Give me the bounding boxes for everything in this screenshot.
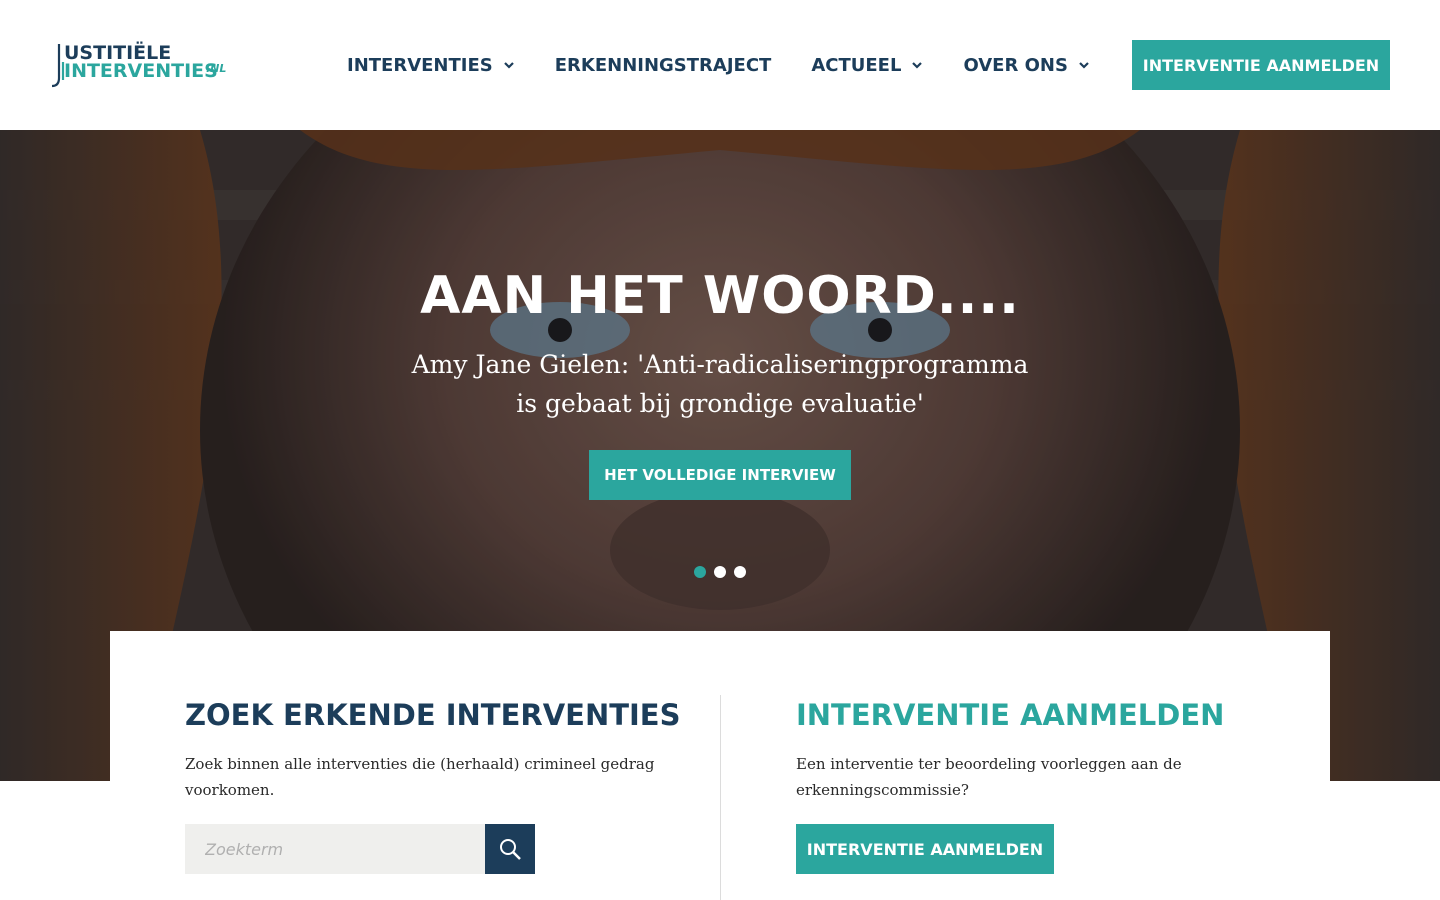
nav-item-label: ACTUEEL bbox=[811, 54, 902, 76]
search-section: ZOEK ERKENDE INTERVENTIES Zoek binnen al… bbox=[185, 695, 681, 874]
header-register-button[interactable]: INTERVENTIE AANMELDEN bbox=[1132, 40, 1390, 90]
search-section-title: ZOEK ERKENDE INTERVENTIES bbox=[185, 698, 681, 732]
search-icon bbox=[500, 839, 521, 860]
logo-line-2: INTERVENTIES bbox=[64, 60, 218, 82]
logo-suffix: .NL bbox=[206, 62, 227, 75]
chevron-down-icon bbox=[912, 62, 923, 69]
search-input[interactable] bbox=[185, 824, 485, 874]
register-intervention-button[interactable]: INTERVENTIE AANMELDEN bbox=[796, 824, 1054, 874]
hero-subtitle: Amy Jane Gielen: 'Anti-radicaliseringpro… bbox=[411, 350, 1029, 418]
nav-item-interventies[interactable]: INTERVENTIES bbox=[347, 55, 515, 76]
search-button[interactable] bbox=[485, 824, 535, 874]
chevron-down-icon bbox=[1079, 62, 1089, 69]
nav-item-label: INTERVENTIES bbox=[347, 54, 493, 76]
site-header: USTITIËLE INTERVENTIES .NL INTERVENTIES … bbox=[0, 0, 1440, 130]
nav-item-erkenningstraject[interactable]: ERKENNINGSTRAJECT bbox=[555, 55, 772, 76]
site-logo[interactable]: USTITIËLE INTERVENTIES .NL bbox=[50, 42, 230, 90]
slider-dot-3[interactable] bbox=[734, 566, 746, 578]
search-section-text: Zoek binnen alle interventies die (herha… bbox=[185, 755, 655, 799]
nav-item-actueel[interactable]: ACTUEEL bbox=[811, 55, 923, 76]
slider-dot-1[interactable] bbox=[694, 566, 706, 578]
register-section: INTERVENTIE AANMELDEN Een interventie te… bbox=[796, 695, 1266, 874]
hero-title: AAN HET WOORD.... bbox=[420, 266, 1020, 326]
search-form bbox=[185, 824, 535, 874]
slider-dot-2[interactable] bbox=[714, 566, 726, 578]
chevron-down-icon bbox=[503, 62, 514, 69]
action-card: ZOEK ERKENDE INTERVENTIES Zoek binnen al… bbox=[110, 631, 1330, 900]
slider-dots bbox=[694, 566, 754, 578]
nav-item-over-ons[interactable]: OVER ONS bbox=[963, 55, 1090, 76]
nav-item-label: ERKENNINGSTRAJECT bbox=[554, 54, 772, 76]
column-divider bbox=[720, 695, 721, 900]
register-section-title: INTERVENTIE AANMELDEN bbox=[796, 698, 1225, 732]
full-interview-button[interactable]: HET VOLLEDIGE INTERVIEW bbox=[589, 450, 851, 500]
register-section-text: Een interventie ter beoordeling voorlegg… bbox=[796, 755, 1182, 799]
nav-item-label: OVER ONS bbox=[963, 54, 1068, 76]
main-nav: INTERVENTIES ERKENNINGSTRAJECT ACTUEEL O… bbox=[347, 52, 1130, 78]
